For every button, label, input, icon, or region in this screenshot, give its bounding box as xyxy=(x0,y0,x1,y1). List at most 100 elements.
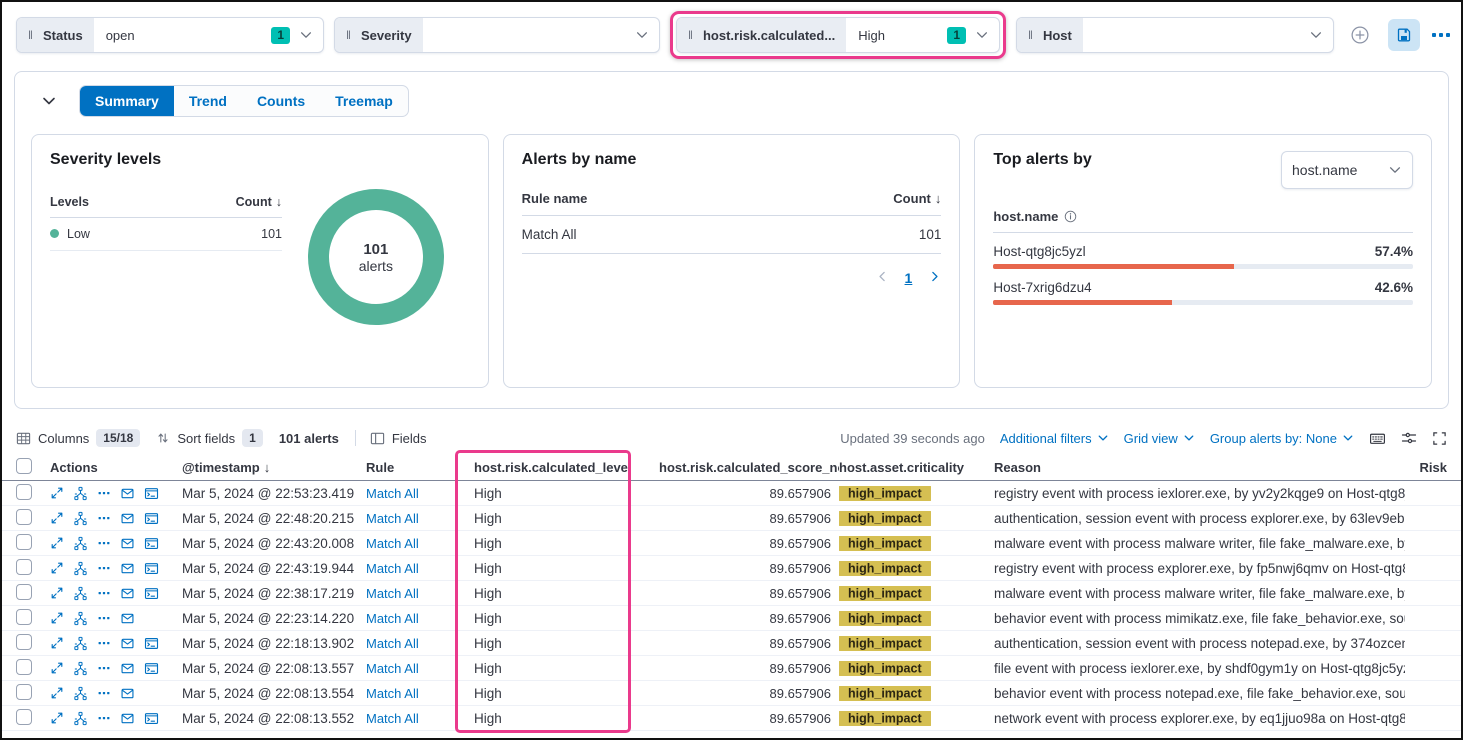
query-menu-button[interactable] xyxy=(1432,33,1450,37)
terminal-icon[interactable] xyxy=(144,661,159,676)
expand-alert-icon[interactable] xyxy=(50,611,64,625)
more-actions-icon[interactable] xyxy=(97,511,111,525)
expand-alert-icon[interactable] xyxy=(50,636,64,650)
severity-col-count[interactable]: Count↓ xyxy=(236,195,282,209)
rule-link[interactable]: Match All xyxy=(366,611,419,626)
fields-button[interactable]: Fields xyxy=(370,431,427,446)
keyboard-shortcuts-button[interactable] xyxy=(1369,430,1386,447)
terminal-icon[interactable] xyxy=(144,561,159,576)
header-timestamp[interactable]: @timestamp↓ xyxy=(182,460,366,475)
rule-link[interactable]: Match All xyxy=(366,561,419,576)
rule-link[interactable]: Match All xyxy=(366,486,419,501)
analyzer-icon[interactable] xyxy=(73,561,88,576)
tab-treemap[interactable]: Treemap xyxy=(320,86,408,116)
row-checkbox[interactable] xyxy=(16,534,32,550)
header-risk[interactable]: Risk xyxy=(1405,460,1447,475)
add-filter-button[interactable] xyxy=(1344,19,1376,51)
expand-alert-icon[interactable] xyxy=(50,686,64,700)
page-1-button[interactable]: 1 xyxy=(905,270,913,286)
expand-alert-icon[interactable] xyxy=(50,711,64,725)
terminal-icon[interactable] xyxy=(144,486,159,501)
more-actions-icon[interactable] xyxy=(97,586,111,600)
more-actions-icon[interactable] xyxy=(97,686,111,700)
save-query-button[interactable] xyxy=(1388,19,1420,51)
row-checkbox[interactable] xyxy=(16,659,32,675)
header-risk-level[interactable]: host.risk.calculated_level xyxy=(474,460,659,475)
expand-alert-icon[interactable] xyxy=(50,586,64,600)
analyzer-icon[interactable] xyxy=(73,711,88,726)
analyzer-icon[interactable] xyxy=(73,611,88,626)
filter-pill[interactable]: ‖ host.risk.calculated... High 1 xyxy=(676,17,1000,53)
header-rule[interactable]: Rule xyxy=(366,460,474,475)
more-actions-icon[interactable] xyxy=(97,711,111,725)
drag-handle-icon[interactable]: ‖ xyxy=(1028,28,1034,42)
rule-link[interactable]: Match All xyxy=(366,686,419,701)
collapse-summary-button[interactable] xyxy=(41,93,57,109)
expand-alert-icon[interactable] xyxy=(50,536,64,550)
timeline-icon[interactable] xyxy=(120,686,135,701)
header-criticality[interactable]: host.asset.criticality xyxy=(839,460,994,475)
row-checkbox[interactable] xyxy=(16,609,32,625)
row-checkbox[interactable] xyxy=(16,484,32,500)
timeline-icon[interactable] xyxy=(120,561,135,576)
terminal-icon[interactable] xyxy=(144,536,159,551)
drag-handle-icon[interactable]: ‖ xyxy=(688,28,694,42)
columns-button[interactable]: Columns 15/18 xyxy=(16,429,140,447)
tab-counts[interactable]: Counts xyxy=(242,86,320,116)
rule-link[interactable]: Match All xyxy=(366,511,419,526)
info-icon[interactable] xyxy=(1064,210,1077,223)
drag-handle-icon[interactable]: ‖ xyxy=(28,28,34,42)
expand-alert-icon[interactable] xyxy=(50,486,64,500)
filter-pill[interactable]: ‖ Severity xyxy=(334,17,660,53)
row-checkbox[interactable] xyxy=(16,684,32,700)
analyzer-icon[interactable] xyxy=(73,486,88,501)
tab-trend[interactable]: Trend xyxy=(174,86,242,116)
timeline-icon[interactable] xyxy=(120,636,135,651)
terminal-icon[interactable] xyxy=(144,511,159,526)
rule-link[interactable]: Match All xyxy=(366,636,419,651)
tab-summary[interactable]: Summary xyxy=(80,86,174,116)
header-reason[interactable]: Reason xyxy=(994,460,1405,475)
sort-fields-button[interactable]: Sort fields 1 xyxy=(156,429,263,447)
filter-pill[interactable]: ‖ Host xyxy=(1016,17,1334,53)
more-actions-icon[interactable] xyxy=(97,636,111,650)
analyzer-icon[interactable] xyxy=(73,536,88,551)
rule-link[interactable]: Match All xyxy=(366,586,419,601)
timeline-icon[interactable] xyxy=(120,611,135,626)
timeline-icon[interactable] xyxy=(120,511,135,526)
analyzer-icon[interactable] xyxy=(73,686,88,701)
top-alerts-field-select[interactable]: host.name xyxy=(1281,151,1413,189)
expand-alert-icon[interactable] xyxy=(50,661,64,675)
row-checkbox[interactable] xyxy=(16,709,32,725)
group-alerts-dropdown[interactable]: Group alerts by: None xyxy=(1210,431,1354,446)
analyzer-icon[interactable] xyxy=(73,636,88,651)
timeline-icon[interactable] xyxy=(120,536,135,551)
count-col[interactable]: Count↓ xyxy=(893,191,941,206)
more-actions-icon[interactable] xyxy=(97,561,111,575)
fullscreen-button[interactable] xyxy=(1432,431,1447,446)
expand-alert-icon[interactable] xyxy=(50,511,64,525)
rule-link[interactable]: Match All xyxy=(366,711,419,726)
more-actions-icon[interactable] xyxy=(97,486,111,500)
row-checkbox[interactable] xyxy=(16,509,32,525)
expand-alert-icon[interactable] xyxy=(50,561,64,575)
more-actions-icon[interactable] xyxy=(97,536,111,550)
additional-filters-dropdown[interactable]: Additional filters xyxy=(1000,431,1109,446)
drag-handle-icon[interactable]: ‖ xyxy=(346,28,352,42)
analyzer-icon[interactable] xyxy=(73,661,88,676)
row-checkbox[interactable] xyxy=(16,584,32,600)
next-page-button[interactable] xyxy=(928,270,941,286)
row-checkbox[interactable] xyxy=(16,559,32,575)
analyzer-icon[interactable] xyxy=(73,511,88,526)
header-risk-score[interactable]: host.risk.calculated_score_norm xyxy=(659,460,839,475)
more-actions-icon[interactable] xyxy=(97,661,111,675)
analyzer-icon[interactable] xyxy=(73,586,88,601)
grid-view-dropdown[interactable]: Grid view xyxy=(1124,431,1195,446)
terminal-icon[interactable] xyxy=(144,711,159,726)
timeline-icon[interactable] xyxy=(120,486,135,501)
timeline-icon[interactable] xyxy=(120,661,135,676)
rule-link[interactable]: Match All xyxy=(366,536,419,551)
display-options-button[interactable] xyxy=(1401,430,1417,446)
rule-link[interactable]: Match All xyxy=(366,661,419,676)
timeline-icon[interactable] xyxy=(120,586,135,601)
